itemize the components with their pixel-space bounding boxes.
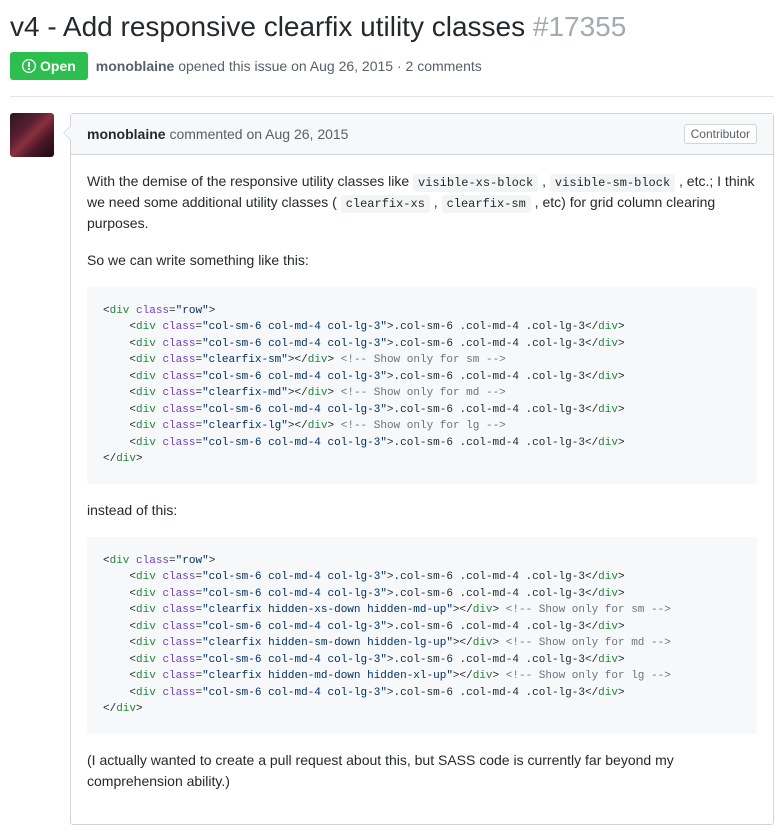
issue-opened-text: opened this issue on Aug 26, 2015 · 2 co… [174, 58, 481, 74]
issue-author-link[interactable]: monoblaine [96, 58, 175, 74]
code-block-2: <div class="row"> <div class="col-sm-6 c… [87, 537, 757, 734]
comment-box: monoblaine commented on Aug 26, 2015 Con… [70, 113, 774, 825]
issue-title: v4 - Add responsive clearfix utility cla… [10, 10, 774, 44]
issue-number: #17355 [533, 11, 626, 42]
issue-state-text: Open [40, 58, 76, 74]
inline-code: visible-sm-block [550, 174, 675, 192]
inline-code: clearfix-xs [341, 195, 430, 213]
comment-p1: With the demise of the responsive utilit… [87, 171, 757, 234]
comment-header-text: monoblaine commented on Aug 26, 2015 [87, 126, 348, 142]
timeline: monoblaine commented on Aug 26, 2015 Con… [10, 113, 774, 825]
contributor-badge: Contributor [684, 124, 757, 144]
issue-open-icon [22, 58, 36, 74]
issue-title-text: v4 - Add responsive clearfix utility cla… [10, 11, 525, 42]
code-block-1: <div class="row"> <div class="col-sm-6 c… [87, 287, 757, 484]
issue-header: v4 - Add responsive clearfix utility cla… [10, 10, 774, 97]
comment-action: commented on Aug 26, 2015 [166, 126, 349, 142]
issue-meta-row: Open monoblaine opened this issue on Aug… [10, 52, 774, 80]
comment-header: monoblaine commented on Aug 26, 2015 Con… [71, 114, 773, 155]
comment-p3: instead of this: [87, 500, 757, 521]
issue-meta-text: monoblaine opened this issue on Aug 26, … [96, 58, 482, 74]
inline-code: visible-xs-block [413, 174, 538, 192]
inline-code: clearfix-sm [442, 195, 531, 213]
comment-p4: (I actually wanted to create a pull requ… [87, 750, 757, 792]
comment-p2: So we can write something like this: [87, 250, 757, 271]
comment-body: With the demise of the responsive utilit… [71, 155, 773, 824]
avatar[interactable] [10, 113, 54, 157]
issue-state-badge: Open [10, 52, 88, 80]
comment-author-link[interactable]: monoblaine [87, 126, 166, 142]
